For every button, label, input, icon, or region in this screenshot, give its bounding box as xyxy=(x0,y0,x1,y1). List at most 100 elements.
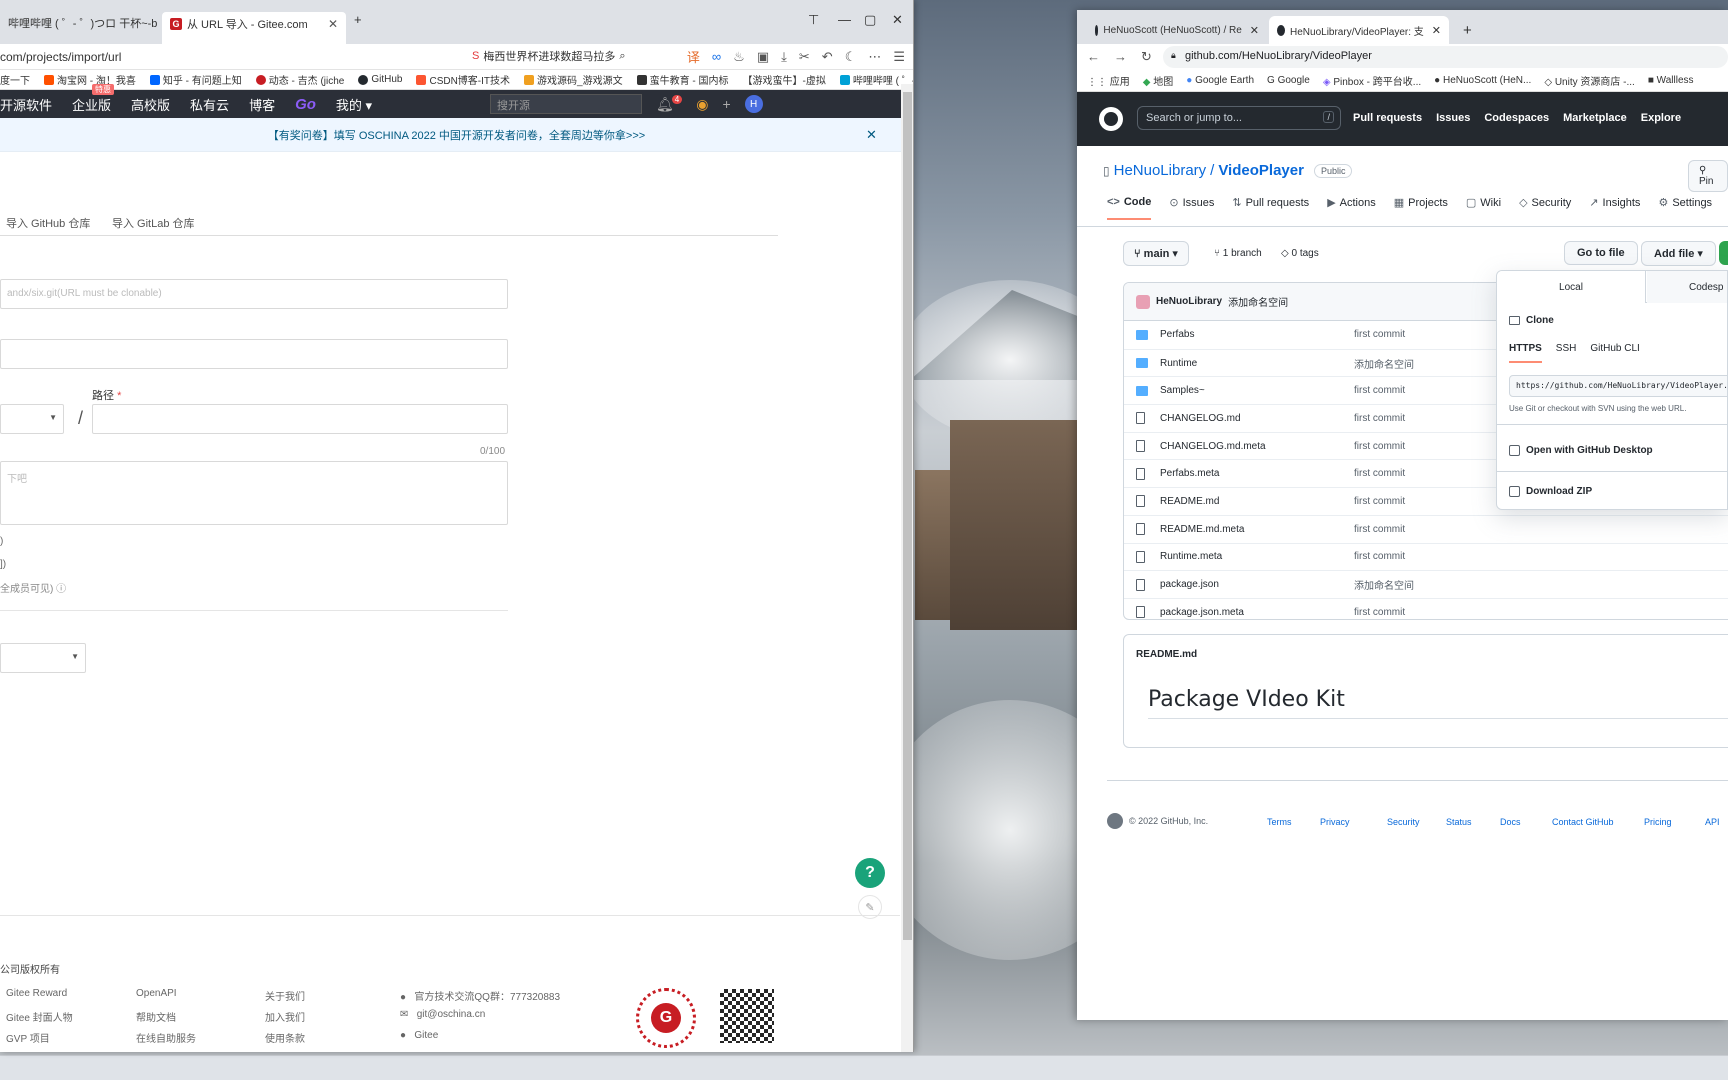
file-commit-message[interactable]: first commit xyxy=(1354,413,1405,424)
bookmark[interactable]: GitHub xyxy=(358,74,402,85)
tab-ssh[interactable]: SSH xyxy=(1556,343,1577,363)
file-commit-message[interactable]: first commit xyxy=(1354,385,1405,396)
bookmark[interactable]: ● Google Earth xyxy=(1186,75,1254,86)
footer-link[interactable]: OpenAPI xyxy=(136,988,177,999)
left-scrollbar[interactable] xyxy=(901,84,913,1052)
footer-link[interactable]: Terms xyxy=(1267,817,1292,827)
repo-url-input[interactable]: andx/six.git(URL must be clonable) xyxy=(0,279,508,309)
close-window-icon[interactable]: ✕ xyxy=(892,12,903,28)
code-button[interactable] xyxy=(1719,241,1728,265)
pin-button[interactable]: ⚲ Pin xyxy=(1688,160,1728,192)
tab-https[interactable]: HTTPS xyxy=(1509,343,1542,363)
description-textarea[interactable]: 下吧 xyxy=(0,461,508,525)
maximize-icon[interactable]: ▢ xyxy=(864,12,876,28)
footer-link[interactable]: API xyxy=(1705,817,1720,827)
file-commit-message[interactable]: first commit xyxy=(1354,468,1405,479)
bookmark[interactable]: 动态 - 吉杰 (jiche xyxy=(255,72,344,87)
tab-insights[interactable]: ↗ Insights xyxy=(1589,196,1640,220)
bookmark[interactable]: ◇ Unity 资源商店 -... xyxy=(1544,73,1635,88)
nav-go[interactable]: Go xyxy=(295,96,316,113)
file-commit-message[interactable]: first commit xyxy=(1354,441,1405,452)
pin-window-icon[interactable]: ⊤ xyxy=(808,12,819,28)
new-tab-button[interactable]: + xyxy=(354,12,362,27)
file-row[interactable]: README.md.metafirst commit2 xyxy=(1124,514,1728,543)
clone-url-input[interactable]: https://github.com/HeNuoLibrary/VideoPla… xyxy=(1509,375,1727,397)
download-icon[interactable]: ⤓ xyxy=(781,49,787,65)
tags-link[interactable]: ◇ 0 tags xyxy=(1281,248,1319,259)
open-desktop-button[interactable]: Open with GitHub Desktop xyxy=(1509,445,1653,456)
bookmark[interactable]: G Google xyxy=(1267,75,1310,86)
file-name[interactable]: CHANGELOG.md.meta xyxy=(1160,441,1266,452)
bookmark[interactable]: 度一下 xyxy=(0,72,30,87)
extension-icon[interactable]: ∞ xyxy=(712,49,721,64)
nav-issues[interactable]: Issues xyxy=(1436,112,1470,124)
tab-github-cli[interactable]: GitHub CLI xyxy=(1590,343,1639,363)
gitee-search-input[interactable]: 搜开源 xyxy=(490,94,642,114)
nav-blog[interactable]: 博客 xyxy=(249,95,275,114)
bookmark[interactable]: 游戏源码_游戏源文 xyxy=(524,72,623,87)
dark-mode-icon[interactable]: ☾ xyxy=(845,49,857,65)
bookmark[interactable]: 【游戏蛮牛】-虚拟 xyxy=(742,72,825,87)
download-zip-button[interactable]: Download ZIP xyxy=(1509,486,1592,497)
address-url[interactable]: com/projects/import/url xyxy=(0,50,121,64)
bookmark[interactable]: 知乎 - 有问题上知 xyxy=(149,72,242,87)
more-icon[interactable]: ⋯ xyxy=(868,49,881,65)
nav-pull-requests[interactable]: Pull requests xyxy=(1353,112,1422,124)
help-circle-icon[interactable]: ⓘ xyxy=(56,584,66,595)
nav-open-source[interactable]: 开源软件 xyxy=(0,95,52,114)
file-name[interactable]: Perfabs xyxy=(1160,329,1194,340)
language-select[interactable]: ▼ xyxy=(0,643,86,673)
nav-university[interactable]: 高校版 xyxy=(131,95,170,114)
github-logo-icon[interactable] xyxy=(1099,107,1123,131)
close-tab-icon[interactable]: ✕ xyxy=(1242,24,1259,37)
tab-import-gitlab[interactable]: 导入 GitLab 仓库 xyxy=(112,215,195,231)
bookmark-apps[interactable]: ⋮⋮ 应用 xyxy=(1087,73,1130,88)
nav-explore[interactable]: Explore xyxy=(1641,112,1681,124)
bookmark[interactable]: ◈ Pinbox - 跨平台收... xyxy=(1323,73,1421,88)
file-name[interactable]: README.md xyxy=(1160,496,1219,507)
repo-name-link[interactable]: VideoPlayer xyxy=(1218,162,1304,179)
go-to-file-button[interactable]: Go to file xyxy=(1564,241,1638,265)
plus-icon[interactable]: + xyxy=(722,96,730,112)
visibility-option[interactable]: ]) xyxy=(0,559,6,570)
file-row[interactable]: package.json.metafirst commit2 xyxy=(1124,597,1728,619)
avatar[interactable] xyxy=(1136,294,1150,309)
visibility-option[interactable]: ) xyxy=(0,536,3,547)
tab-issues[interactable]: ⊙ Issues xyxy=(1169,196,1214,220)
bookmark[interactable]: ◆ 地图 xyxy=(1143,73,1173,88)
tab-wiki[interactable]: ▢ Wiki xyxy=(1466,196,1501,220)
extension-icon[interactable]: ♨ xyxy=(733,49,745,65)
undo-icon[interactable]: ↶ xyxy=(822,49,833,65)
footer-link[interactable]: 使用条款 xyxy=(265,1030,305,1045)
repo-owner-link[interactable]: HeNuoLibrary xyxy=(1114,162,1207,179)
footer-link[interactable]: Privacy xyxy=(1320,817,1350,827)
branches-link[interactable]: ⑂ 1 branch xyxy=(1214,248,1262,259)
footer-link[interactable]: Gitee Reward xyxy=(6,988,67,999)
github-search-input[interactable]: Search or jump to... / xyxy=(1137,106,1341,130)
reload-icon[interactable]: ↻ xyxy=(1141,49,1152,65)
visibility-option[interactable]: 全成员可见) ⓘ xyxy=(0,580,66,595)
tab-local[interactable]: Local xyxy=(1497,271,1646,303)
close-tab-icon[interactable]: ✕ xyxy=(1424,24,1441,37)
file-commit-message[interactable]: first commit xyxy=(1354,329,1405,340)
footer-link[interactable]: 加入我们 xyxy=(265,1009,305,1024)
footer-link[interactable]: Status xyxy=(1446,817,1472,827)
survey-banner[interactable]: 【有奖问卷】填写 OSCHINA 2022 中国开源开发者问卷，全套周边等你拿>… xyxy=(0,118,913,152)
commit-message[interactable]: 添加命名空间 xyxy=(1228,294,1288,309)
bookmark[interactable]: ● HeNuoScott (HeN... xyxy=(1434,75,1531,86)
new-tab-button[interactable]: + xyxy=(1455,16,1480,44)
repo-name-input[interactable] xyxy=(0,339,508,369)
forward-icon[interactable]: → xyxy=(1114,49,1127,65)
file-row[interactable]: package.json添加命名空间2 xyxy=(1124,570,1728,598)
commit-author[interactable]: HeNuoLibrary xyxy=(1156,296,1222,307)
github-logo-icon[interactable] xyxy=(1107,813,1123,829)
bookmark[interactable]: CSDN博客-IT技术 xyxy=(416,72,510,87)
tab-settings[interactable]: ⚙ Settings xyxy=(1658,196,1712,220)
file-name[interactable]: README.md.meta xyxy=(1160,524,1244,535)
footer-link[interactable]: Security xyxy=(1387,817,1420,827)
tab-import-github[interactable]: 导入 GitHub 仓库 xyxy=(6,215,90,231)
tab-henuoscott[interactable]: HeNuoScott (HeNuoScott) / Re ✕ xyxy=(1087,16,1267,44)
translate-icon[interactable]: 译 xyxy=(687,47,700,66)
tab-pull-requests[interactable]: ⇅ Pull requests xyxy=(1232,196,1309,220)
nav-mine[interactable]: 我的 ▾ xyxy=(336,95,372,114)
